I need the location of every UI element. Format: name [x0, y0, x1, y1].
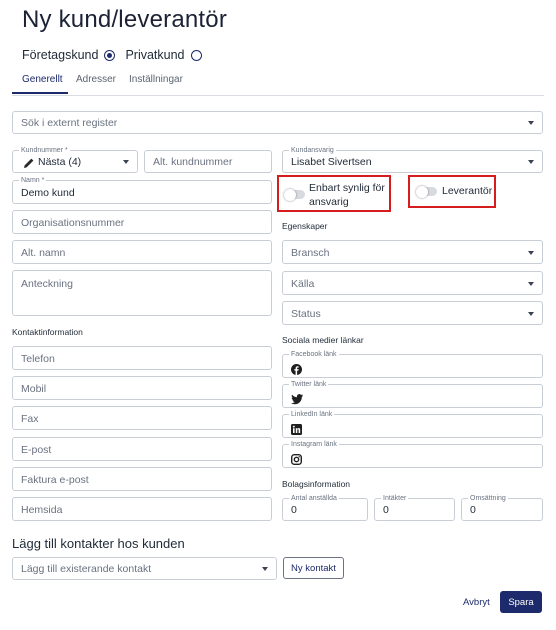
existing-contact-placeholder: Lägg till existerande kontakt [21, 563, 152, 575]
mobile-field[interactable]: Mobil [12, 376, 272, 400]
email-field[interactable]: E-post [12, 437, 272, 461]
income-label: Intäkter [381, 494, 409, 503]
source-placeholder: Källa [291, 278, 315, 290]
save-button[interactable]: Spara [500, 591, 542, 613]
name-field[interactable]: Namn * Demo kund [12, 176, 272, 204]
tab-addresses[interactable]: Adresser [76, 74, 116, 85]
chevron-down-icon [528, 160, 534, 164]
existing-contact-select[interactable]: Lägg till existerande kontakt [12, 557, 277, 580]
properties-heading: Egenskaper [282, 221, 328, 231]
pencil-icon [23, 156, 35, 168]
income-field[interactable]: Intäkter 0 [374, 494, 455, 521]
invoice-email-placeholder: Faktura e-post [21, 474, 89, 486]
twitter-link-field[interactable]: Twitter länk [282, 380, 543, 408]
income-value: 0 [383, 504, 389, 516]
linkedin-link-field[interactable]: LinkedIn länk [282, 410, 543, 438]
invoice-email-field[interactable]: Faktura e-post [12, 467, 272, 491]
fax-placeholder: Fax [21, 413, 39, 425]
org-number-placeholder: Organisationsnummer [21, 217, 125, 229]
facebook-link-field[interactable]: Facebook länk [282, 350, 543, 378]
company-customer-radio[interactable] [104, 49, 116, 61]
org-number-field[interactable]: Organisationsnummer [12, 210, 272, 234]
fax-field[interactable]: Fax [12, 406, 272, 430]
visibility-label-line2: ansvarig [309, 196, 349, 208]
turnover-label: Omsättning [468, 494, 508, 503]
industry-select[interactable]: Bransch [282, 240, 543, 264]
add-contacts-heading: Lägg till kontakter hos kunden [12, 536, 185, 551]
customer-type-radio-group: Företagskund Privatkund [22, 46, 212, 64]
contact-info-heading: Kontaktinformation [12, 327, 83, 337]
phone-field[interactable]: Telefon [12, 346, 272, 370]
linkedin-link-label: LinkedIn länk [289, 410, 335, 419]
note-textarea[interactable]: Anteckning [12, 270, 272, 316]
customer-number-select[interactable]: Kundnummer * Nästa (4) [12, 146, 138, 173]
industry-placeholder: Bransch [291, 247, 330, 259]
cancel-button[interactable]: Avbryt [463, 597, 490, 608]
status-select[interactable]: Status [282, 301, 543, 325]
chevron-down-icon [262, 567, 268, 571]
new-contact-button[interactable]: Ny kontakt [283, 557, 344, 579]
search-placeholder: Sök i externt register [21, 117, 118, 129]
website-field[interactable]: Hemsida [12, 497, 272, 521]
mobile-placeholder: Mobil [21, 383, 47, 395]
alt-customer-number-placeholder: Alt. kundnummer [153, 156, 233, 168]
visibility-label-line1: Enbart synlig för [309, 182, 385, 194]
chevron-down-icon [528, 121, 534, 125]
turnover-value: 0 [470, 504, 476, 516]
customer-number-value: Nästa (4) [38, 156, 82, 168]
chevron-down-icon [123, 160, 129, 164]
alt-name-placeholder: Alt. namn [21, 247, 66, 259]
email-placeholder: E-post [21, 444, 52, 456]
employees-label: Antal anställda [289, 494, 339, 503]
tab-general[interactable]: Generellt [22, 74, 63, 85]
source-select[interactable]: Källa [282, 271, 543, 295]
social-media-heading: Sociala medier länkar [282, 335, 364, 345]
turnover-field[interactable]: Omsättning 0 [461, 494, 543, 521]
visibility-toggle-label: Enbart synlig för ansvarig [309, 181, 385, 209]
twitter-link-label: Twitter länk [289, 380, 329, 389]
facebook-link-label: Facebook länk [289, 350, 339, 359]
alt-name-field[interactable]: Alt. namn [12, 240, 272, 264]
instagram-link-label: Instagram länk [289, 440, 339, 449]
account-manager-value: Lisabet Sivertsen [291, 156, 372, 168]
visibility-toggle[interactable] [284, 188, 305, 201]
name-value: Demo kund [21, 187, 75, 199]
supplier-toggle-label: Leverantör [442, 185, 493, 197]
website-placeholder: Hemsida [21, 504, 63, 516]
external-register-search[interactable]: Sök i externt register [12, 111, 543, 134]
note-placeholder: Anteckning [21, 278, 73, 290]
instagram-link-field[interactable]: Instagram länk [282, 440, 543, 468]
tab-bar: Generellt Adresser Inställningar [12, 72, 544, 96]
facebook-icon [291, 362, 302, 375]
chevron-down-icon [528, 251, 534, 255]
alt-customer-number-field[interactable]: Alt. kundnummer [144, 150, 272, 173]
twitter-icon [291, 392, 303, 405]
employees-field[interactable]: Antal anställda 0 [282, 494, 368, 521]
private-customer-label: Privatkund [125, 48, 185, 62]
tab-settings[interactable]: Inställningar [129, 74, 183, 85]
supplier-toggle[interactable] [416, 185, 437, 198]
account-manager-label: Kundansvarig [289, 146, 336, 155]
customer-number-label: Kundnummer * [19, 146, 70, 155]
private-customer-radio[interactable] [190, 49, 202, 61]
chevron-down-icon [528, 312, 534, 316]
chevron-down-icon [528, 282, 534, 286]
status-placeholder: Status [291, 308, 321, 320]
name-label: Namn * [19, 176, 47, 185]
active-tab-indicator [12, 92, 68, 94]
phone-placeholder: Telefon [21, 353, 55, 365]
company-customer-label: Företagskund [22, 48, 99, 62]
linkedin-icon [291, 422, 302, 435]
instagram-icon [290, 452, 303, 466]
page-title: Ny kund/leverantör [22, 6, 228, 33]
account-manager-select[interactable]: Kundansvarig Lisabet Sivertsen [282, 146, 543, 173]
employees-value: 0 [291, 504, 297, 516]
company-info-heading: Bolagsinformation [282, 479, 351, 489]
